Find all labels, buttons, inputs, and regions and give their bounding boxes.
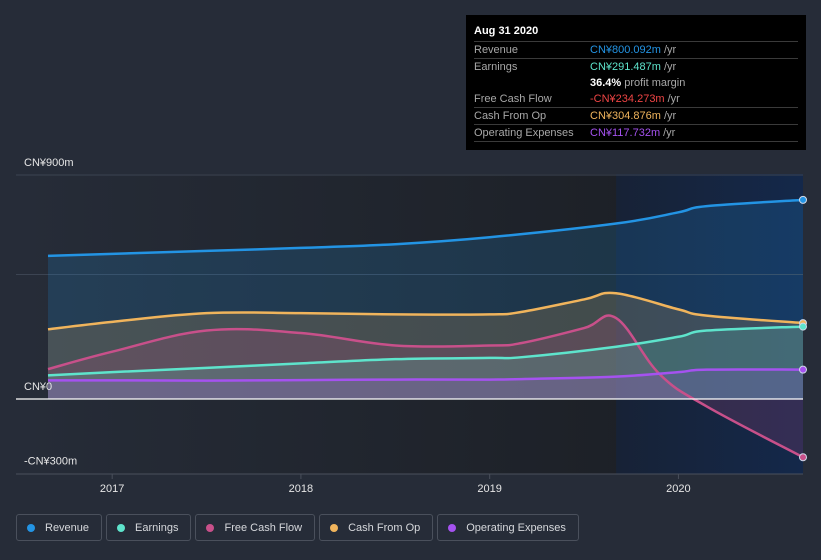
tooltip-unit: /yr [663, 44, 677, 56]
tooltip-value: CN¥117.732m [590, 127, 661, 139]
legend-item-earnings[interactable]: Earnings [106, 514, 192, 541]
x-tick-label: 2019 [477, 483, 501, 495]
tooltip-row: Operating Expenses CN¥117.732m/yr [474, 125, 798, 142]
tooltip-label: Cash From Op [474, 110, 547, 122]
tooltip-row: 36.4% profit margin [474, 75, 798, 91]
tooltip-value: CN¥304.876m [590, 110, 661, 122]
legend-label: Cash From Op [348, 521, 421, 534]
tooltip-label: Operating Expenses [474, 127, 574, 139]
x-tick-label: 2020 [666, 483, 690, 495]
legend: Revenue Earnings Free Cash Flow Cash From O… [16, 514, 579, 541]
y-tick-label: -CN¥300m [24, 456, 77, 468]
tooltip-row: Free Cash Flow -CN¥234.273m/yr [474, 91, 798, 108]
tooltip-unit: /yr [663, 127, 676, 139]
legend-dot-icon [330, 523, 339, 532]
tooltip-label: Revenue [474, 44, 519, 56]
tooltip-unit: profit margin [624, 77, 686, 89]
legend-label: Operating Expenses [466, 521, 566, 534]
tooltip-value: 36.4% [590, 77, 622, 89]
revenue-endpoint [799, 195, 807, 204]
legend-dot-icon [27, 523, 35, 532]
operating-expenses-endpoint [799, 365, 807, 374]
tooltip-unit: /yr [667, 93, 680, 105]
legend-label: Earnings [135, 521, 179, 534]
tooltip-row: Earnings CN¥291.487m/yr [474, 59, 798, 75]
legend-item-operating-expenses[interactable]: Operating Expenses [437, 514, 579, 541]
tooltip: Aug 31 2020 Revenue CN¥800.092m/yr Earning… [466, 15, 806, 150]
tooltip-value: -CN¥234.273m [590, 93, 665, 105]
legend-dot-icon [206, 523, 215, 532]
legend-dot-icon [117, 523, 126, 532]
legend-dot-icon [448, 523, 457, 532]
legend-item-free-cash-flow[interactable]: Free Cash Flow [195, 514, 316, 541]
legend-item-revenue[interactable]: Revenue [16, 514, 103, 541]
tooltip-unit: /yr [663, 61, 677, 73]
legend-label: Free Cash Flow [224, 521, 303, 534]
tooltip-date: Aug 31 2020 [474, 23, 798, 42]
x-tick-label: 2017 [100, 483, 124, 495]
tooltip-value: CN¥800.092m [590, 44, 661, 56]
y-tick-label: CN¥0 [24, 381, 52, 393]
legend-item-cash-from-op[interactable]: Cash From Op [319, 514, 434, 541]
tooltip-row: Cash From Op CN¥304.876m/yr [474, 108, 798, 125]
legend-label: Revenue [45, 521, 90, 534]
tooltip-label [474, 75, 590, 91]
tooltip-label: Earnings [474, 61, 518, 73]
free-cash-flow-endpoint [799, 453, 807, 462]
x-tick-label: 2018 [289, 483, 313, 495]
tooltip-value: CN¥291.487m [590, 61, 661, 73]
tooltip-row: Revenue CN¥800.092m/yr [474, 42, 798, 59]
tooltip-label: Free Cash Flow [474, 93, 552, 105]
y-tick-label: CN¥900m [24, 157, 74, 169]
earnings-endpoint [799, 322, 807, 331]
tooltip-unit: /yr [663, 110, 677, 122]
